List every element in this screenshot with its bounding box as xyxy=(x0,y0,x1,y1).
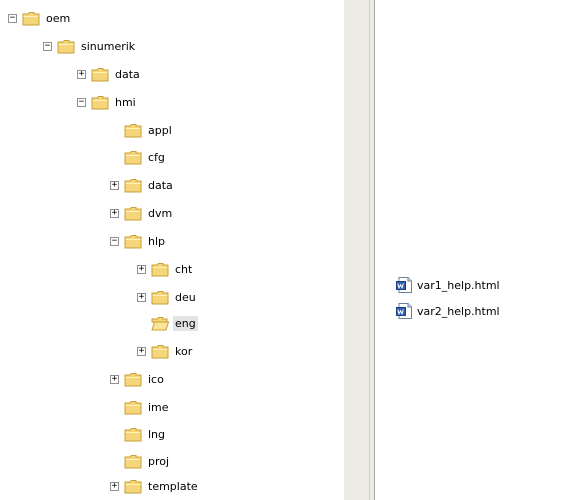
expand-icon[interactable]: + xyxy=(137,292,146,302)
folder-icon xyxy=(124,454,142,468)
tree-node-data[interactable]: + data xyxy=(77,64,142,84)
file-name: var2_help.html xyxy=(417,304,500,318)
explorer-window: − oem − sinumerik + data − hmi appl cfg … xyxy=(0,0,576,500)
tree-node-label: ico xyxy=(148,372,164,386)
tree-node-label: eng xyxy=(173,315,198,331)
expand-icon[interactable]: + xyxy=(137,264,146,274)
folder-icon xyxy=(124,206,142,220)
tree-node-label: cht xyxy=(175,262,193,276)
folder-icon xyxy=(124,178,142,192)
expand-icon[interactable]: + xyxy=(110,180,119,190)
tree-node-label: hmi xyxy=(115,95,136,109)
tree-node-hmi[interactable]: − hmi xyxy=(77,92,138,112)
tree-node-label: data xyxy=(115,67,140,81)
tree-node-dvm[interactable]: + dvm xyxy=(110,203,174,223)
file-item[interactable]: var2_help.html xyxy=(396,302,502,320)
word-document-icon xyxy=(396,277,412,293)
expand-icon[interactable]: + xyxy=(77,69,86,79)
folder-icon xyxy=(91,95,109,109)
tree-node-data[interactable]: + data xyxy=(110,175,175,195)
expand-icon[interactable]: + xyxy=(110,481,119,491)
folder-icon xyxy=(124,479,142,493)
tree-node-label: kor xyxy=(175,344,193,358)
tree-node-ime[interactable]: ime xyxy=(110,397,171,417)
pane-splitter[interactable] xyxy=(344,0,375,500)
folder-icon xyxy=(151,344,169,358)
tree-node-proj[interactable]: proj xyxy=(110,451,171,471)
folder-icon xyxy=(151,262,169,276)
tree-node-label: cfg xyxy=(148,150,165,164)
tree-node-lng[interactable]: lng xyxy=(110,424,167,444)
tree-node-label: proj xyxy=(148,454,170,468)
folder-icon xyxy=(124,372,142,386)
tree-node-label: hlp xyxy=(148,234,166,248)
expand-icon[interactable]: + xyxy=(110,208,119,218)
tree-node-template[interactable]: + template xyxy=(110,476,200,496)
tree-node-label: dvm xyxy=(148,206,173,220)
folder-icon xyxy=(124,427,142,441)
folder-icon xyxy=(57,39,75,53)
folder-icon xyxy=(151,290,169,304)
collapse-icon[interactable]: − xyxy=(110,236,119,246)
file-name: var1_help.html xyxy=(417,278,500,292)
tree-node-label: deu xyxy=(175,290,196,304)
folder-icon xyxy=(124,123,142,137)
tree-node-kor[interactable]: + kor xyxy=(137,341,194,361)
file-list-pane[interactable]: var1_help.html var2_help.html xyxy=(375,0,576,500)
expand-icon[interactable]: + xyxy=(137,346,146,356)
file-item[interactable]: var1_help.html xyxy=(396,276,502,294)
folder-icon xyxy=(124,400,142,414)
folder-icon xyxy=(124,150,142,164)
tree-node-hlp[interactable]: − hlp xyxy=(110,231,167,251)
folder-open-icon xyxy=(151,316,169,330)
tree-node-ico[interactable]: + ico xyxy=(110,369,166,389)
tree-node-label: oem xyxy=(46,11,71,25)
tree-node-eng[interactable]: eng xyxy=(137,313,198,333)
collapse-icon[interactable]: − xyxy=(77,97,86,107)
folder-icon xyxy=(124,234,142,248)
tree-node-cht[interactable]: + cht xyxy=(137,259,194,279)
tree-node-label: data xyxy=(148,178,173,192)
tree-node-oem[interactable]: − oem xyxy=(8,8,72,28)
tree-node-label: ime xyxy=(148,400,169,414)
word-document-icon xyxy=(396,303,412,319)
tree-node-sinumerik[interactable]: − sinumerik xyxy=(43,36,137,56)
collapse-icon[interactable]: − xyxy=(43,41,52,51)
collapse-icon[interactable]: − xyxy=(8,13,17,23)
tree-node-appl[interactable]: appl xyxy=(110,120,174,140)
tree-node-cfg[interactable]: cfg xyxy=(110,147,167,167)
tree-node-label: appl xyxy=(148,123,172,137)
folder-icon xyxy=(22,11,40,25)
tree-node-label: lng xyxy=(148,427,166,441)
folder-tree-pane[interactable]: − oem − sinumerik + data − hmi appl cfg … xyxy=(0,0,344,500)
expand-icon[interactable]: + xyxy=(110,374,119,384)
tree-node-label: template xyxy=(148,479,198,493)
folder-icon xyxy=(91,67,109,81)
tree-node-label: sinumerik xyxy=(81,39,136,53)
tree-node-deu[interactable]: + deu xyxy=(137,287,198,307)
